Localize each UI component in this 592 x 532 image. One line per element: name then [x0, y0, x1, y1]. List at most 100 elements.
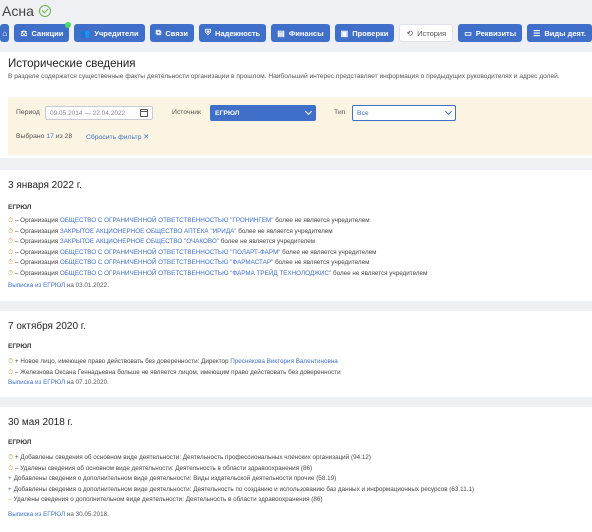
event-line: ⏱ – Организация ОБЩЕСТВО С ОГРАНИЧЕННОЙ О… [8, 216, 370, 226]
event-line: ⏱ – Организация ЗАКРЫТОЕ АКЦИОНЕРНОЕ ОБЩЕ… [8, 237, 315, 247]
event-text-suffix: более не является учредителем [275, 217, 370, 224]
clock-icon: ⏱ [8, 217, 13, 224]
event-entity-link[interactable]: ЗАКРЫТОЕ АКЦИОНЕРНОЕ ОБЩЕСТВО "ОЧАКОВО" [60, 238, 221, 245]
scale-icon: ⚖ [20, 28, 28, 38]
tab-item-1[interactable]: ⚖ Санкции [14, 22, 72, 42]
tab-item-3[interactable]: ⧉ Связи [149, 24, 195, 42]
footer-date: на 30.05.2018. [66, 511, 109, 518]
verified-check-icon [38, 5, 51, 17]
history-event-card: 3 января 2022 г. ЕГРЮЛ ⏱ – Организация ОБЩЕ… [0, 170, 592, 301]
plus-icon: + [8, 475, 12, 482]
event-text: – Организация [14, 269, 60, 277]
event-entity-link[interactable]: ЗАКРЫТОЕ АКЦИОНЕРНОЕ ОБЩЕСТВО АПТЕКА "ИР… [60, 228, 238, 235]
event-entity-link[interactable]: ОБЩЕСТВО С ОГРАНИЧЕННОЙ ОТВЕТСТВЕННОСТЬЮ… [60, 249, 282, 256]
clock-icon: ⏱ [8, 358, 13, 365]
selected-suffix: из 28 [55, 133, 73, 140]
clock-icon: ⏱ [8, 464, 13, 472]
event-line: ⏱ – Железнова Оксана Геннадьевна больше н… [8, 368, 341, 378]
event-text: – Организация [14, 259, 60, 266]
event-source: ЕГРЮЛ [8, 439, 32, 446]
clipboard-icon: ▣ [340, 28, 349, 38]
tab-item-7[interactable]: ⟲ История [399, 24, 454, 42]
source-select[interactable]: ЕГРЮЛ [210, 105, 316, 121]
chevron-down-icon [444, 107, 453, 116]
event-entity-link[interactable]: Преснякова Виктория Валентиновна [230, 358, 338, 365]
tab-label: Проверки [352, 28, 389, 38]
event-entity-link[interactable]: ОБЩЕСТВО С ОГРАНИЧЕННОЙ ОТВЕТСТВЕННОСТЬЮ… [60, 270, 333, 277]
tab-item-8[interactable]: ▭ Реквизиты [458, 24, 523, 42]
money-icon: ▤ [277, 28, 285, 38]
page-header: Асна [0, 0, 592, 22]
type-select[interactable]: Все [352, 105, 456, 121]
tab-item-5[interactable]: ▤ Финансы [271, 24, 330, 42]
event-line: ⏱ – Организация ОБЩЕСТВО С ОГРАНИЧЕННОЙ О… [8, 258, 369, 268]
tab-home[interactable]: ⌂ [0, 24, 10, 42]
event-text: – Организация [14, 238, 60, 245]
event-date: 3 января 2022 г. [8, 180, 82, 191]
event-text-suffix: более не является учредителем [282, 248, 377, 256]
event-date: 30 мая 2018 г. [8, 417, 73, 428]
history-title: Исторические сведения [8, 58, 136, 70]
chevron-down-icon [304, 107, 313, 116]
tab-label: Учредители [94, 28, 139, 38]
reset-filter-link[interactable]: Сбросить фильтр ✕ [86, 133, 149, 141]
period-field[interactable]: 09.05.2014 — 22.04.2022 [45, 106, 153, 120]
tab-label: Реквизиты [475, 28, 517, 38]
event-line: ⏱ + Добавлены сведения об основном виде д… [8, 453, 371, 463]
event-text: Добавлены сведения о дополнительном виде… [13, 475, 337, 482]
event-text: + Добавлены сведения об основном виде де… [14, 454, 371, 461]
source-label: Источник [172, 109, 202, 116]
tab-item-9[interactable]: ☰ Виды деят. [527, 24, 592, 42]
tab-label: История [417, 28, 447, 38]
event-text: – Удалены сведения об основном виде деят… [14, 464, 313, 472]
event-line: ⏱ – Организация ОБЩЕСТВО С ОГРАНИЧЕННОЙ О… [8, 248, 377, 258]
tab-item-6[interactable]: ▣ Проверки [334, 24, 395, 42]
clock-icon: ⏱ [8, 454, 13, 461]
footer-source-link[interactable]: ЕГРЮЛ [43, 282, 67, 289]
tab-item-4[interactable]: ⛨ Надежность [199, 24, 267, 42]
tab-label: Связи [165, 28, 189, 38]
tab-label: Санкции [31, 28, 64, 38]
event-entity-link[interactable]: ОБЩЕСТВО С ОГРАНИЧЕННОЙ ОТВЕТСТВЕННОСТЬЮ… [60, 217, 275, 224]
history-icon: ⟲ [406, 28, 414, 38]
history-event-card: 30 мая 2018 г. ЕГРЮЛ ⏱ + Добавлены сведения… [0, 407, 592, 532]
event-line: ⏱ + Новое лицо, имеющее право действовать… [8, 357, 338, 367]
card-icon: ▭ [464, 28, 472, 38]
event-text: – Организация [14, 227, 60, 235]
calendar-icon[interactable] [140, 109, 148, 117]
event-text: – Организация [14, 248, 60, 256]
event-footer: Выписка из ЕГРЮЛ на 03.01.2022. [8, 282, 109, 289]
clock-icon: ⏱ [8, 269, 13, 277]
tab-item-2[interactable]: 👥 Учредители [74, 24, 145, 42]
clock-icon: ⏱ [8, 368, 13, 376]
clock-icon: ⏱ [8, 248, 13, 256]
event-text: Удалены сведения о дополнительном виде д… [13, 496, 323, 503]
footer-source-link[interactable]: ЕГРЮЛ [43, 511, 67, 518]
event-date: 7 октября 2020 г. [8, 321, 86, 332]
footer-prefix: Выписка из [8, 511, 44, 518]
network-icon: ⧉ [155, 28, 162, 37]
event-footer: Выписка из ЕГРЮЛ на 30.05.2018. [8, 511, 109, 518]
event-line: ⏱ – Организация ОБЩЕСТВО С ОГРАНИЧЕННОЙ О… [8, 269, 427, 279]
history-event-card: 7 октября 2020 г. ЕГРЮЛ ⏱ + Новое лицо, име… [0, 311, 592, 397]
history-description: В разделе содержатся существенные факты … [8, 73, 560, 80]
footer-prefix: Выписка из [8, 282, 44, 289]
section-tabs: ⌂ ⚖ Санкции 👥 Учредители ⧉ Связи ⛨ Надежность ▤ Фи… [0, 22, 592, 44]
selected-number: 17 [46, 133, 54, 140]
event-text: – Железнова Оксана Геннадьевна больше не… [14, 368, 341, 376]
event-text: – Организация [14, 217, 60, 224]
selected-prefix: Выбрано [16, 133, 45, 140]
event-line: + Добавлены сведения о дополнительном вид… [8, 485, 474, 495]
source-value: ЕГРЮЛ [215, 109, 240, 117]
tab-label: Виды деят. [544, 28, 586, 38]
event-text-suffix: более не является учредителем [275, 259, 370, 266]
footer-source-link[interactable]: ЕГРЮЛ [43, 379, 67, 386]
clock-icon: ⏱ [8, 259, 13, 266]
event-line: + Добавлены сведения о дополнительном вид… [8, 474, 336, 484]
event-line: – Удалены сведения о дополнительном виде … [8, 495, 323, 505]
tab-label: Надежность [215, 28, 261, 38]
event-footer: Выписка из ЕГРЮЛ на 07.10.2020. [8, 379, 109, 386]
event-entity-link[interactable]: ОБЩЕСТВО С ОГРАНИЧЕННОЙ ОТВЕТСТВЕННОСТЬЮ… [60, 259, 275, 266]
footer-date: на 03.01.2022. [66, 282, 109, 289]
period-label: Период [16, 109, 40, 116]
